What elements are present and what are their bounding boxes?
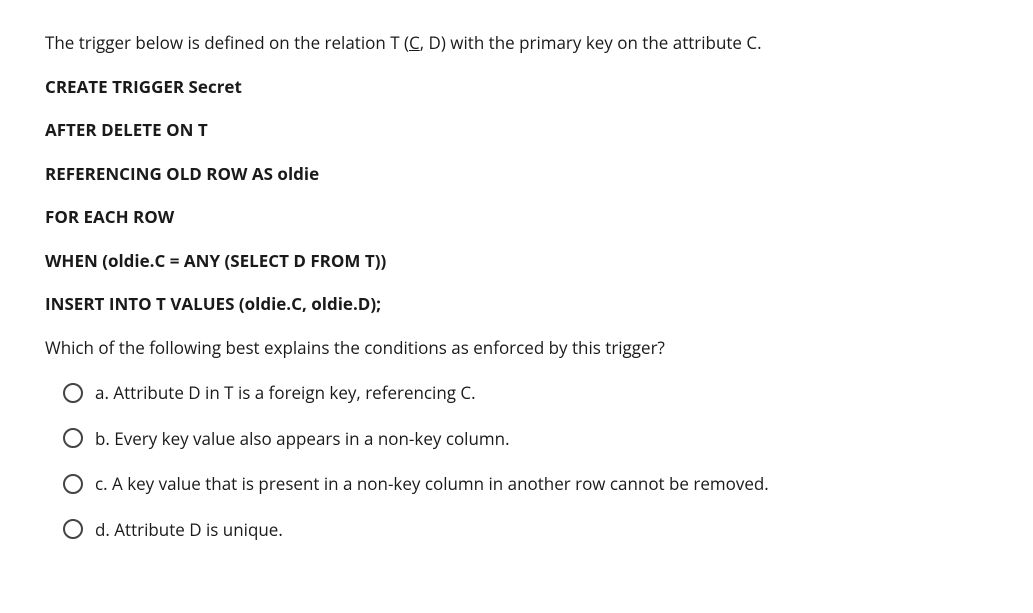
radio-icon [63,474,83,494]
code-line-5: WHEN (oldie.C = ANY (SELECT D FROM T)) [45,248,988,274]
question-block: The trigger below is defined on the rela… [45,30,988,542]
option-label: b. Every key value also appears in a non… [95,426,510,452]
options-list: a. Attribute D in T is a foreign key, re… [45,380,988,542]
question-prompt: Which of the following best explains the… [45,335,988,361]
code-line-2: AFTER DELETE ON T [45,117,988,143]
option-label: d. Attribute D is unique. [95,517,283,543]
option-label: a. Attribute D in T is a foreign key, re… [95,380,476,406]
code-line-4: FOR EACH ROW [45,204,988,230]
option-c[interactable]: c. A key value that is present in a non-… [63,471,988,497]
intro-suffix: , D) with the primary key on the attribu… [420,31,762,54]
intro-text: The trigger below is defined on the rela… [45,30,988,56]
option-b[interactable]: b. Every key value also appears in a non… [63,426,988,452]
code-line-3: REFERENCING OLD ROW AS oldie [45,161,988,187]
intro-underlined: C [409,31,420,54]
radio-icon [63,519,83,539]
option-label: c. A key value that is present in a non-… [95,471,769,497]
code-line-1: CREATE TRIGGER Secret [45,74,988,100]
option-a[interactable]: a. Attribute D in T is a foreign key, re… [63,380,988,406]
intro-prefix: The trigger below is defined on the rela… [45,31,409,54]
option-d[interactable]: d. Attribute D is unique. [63,517,988,543]
radio-icon [63,383,83,403]
radio-icon [63,428,83,448]
code-line-6: INSERT INTO T VALUES (oldie.C, oldie.D); [45,291,988,317]
